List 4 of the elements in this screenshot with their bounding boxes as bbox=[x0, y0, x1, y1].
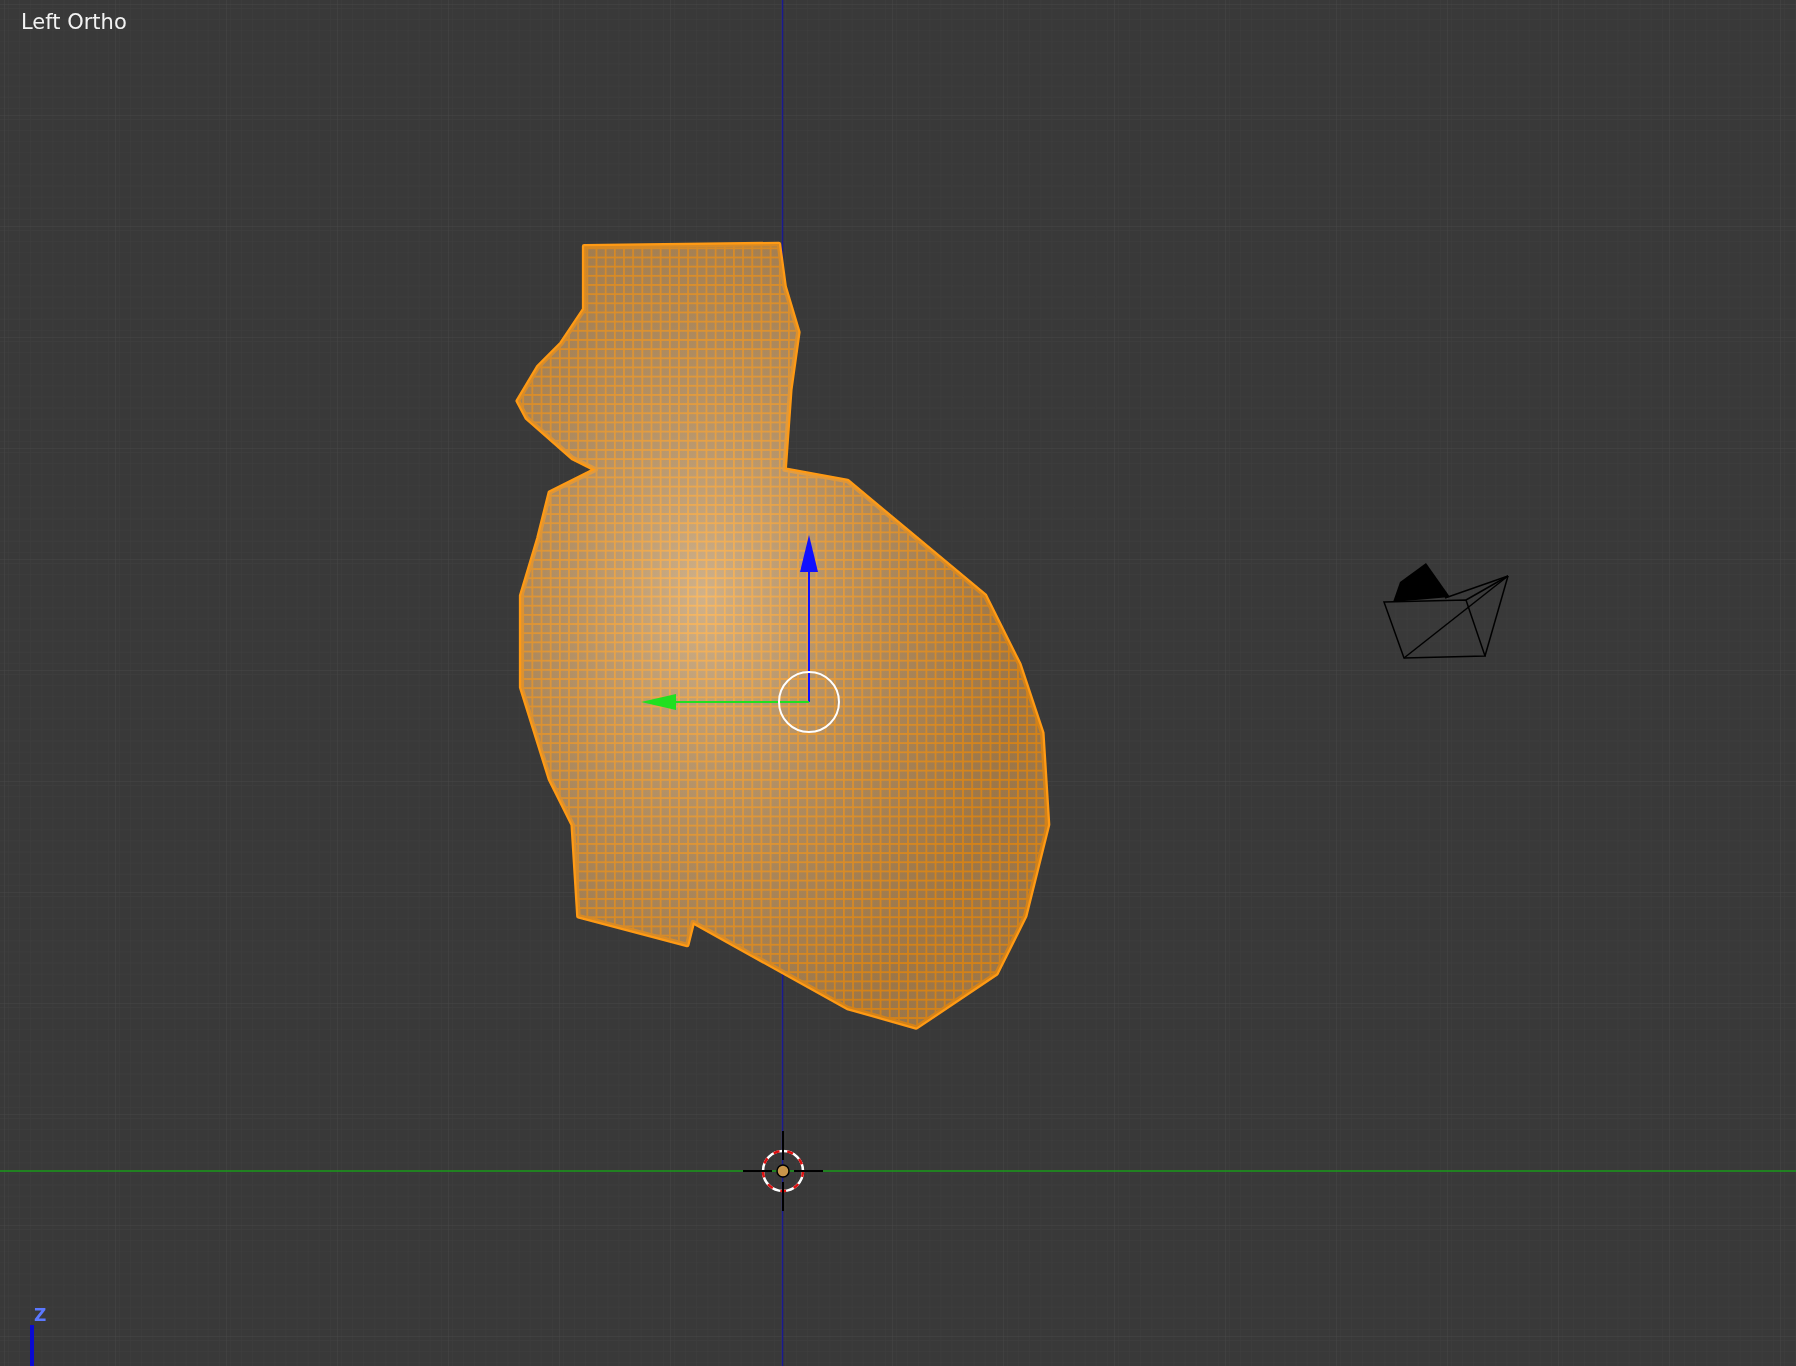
z-axis-indicator-icon bbox=[30, 1325, 34, 1366]
3d-cursor-icon bbox=[742, 1130, 824, 1212]
axis-label: Z bbox=[34, 1306, 47, 1324]
view-label: Left Ortho bbox=[21, 9, 127, 35]
